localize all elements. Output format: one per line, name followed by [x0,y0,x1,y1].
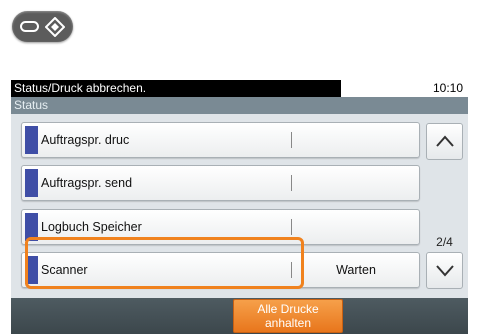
selection-highlight [25,237,304,289]
row-value: Warten [336,263,376,277]
screen-title: Status/Druck abbrechen. [11,80,341,97]
row-accent [25,169,38,197]
row-separator [291,219,292,235]
title-bar: Status/Druck abbrechen. 10:10 [11,80,468,97]
row-label: Auftragspr. send [41,176,133,190]
clock: 10:10 [344,80,468,97]
pause-all-prints-button[interactable]: Alle Drucke anhalten [233,299,343,333]
row-value [293,166,419,200]
status-row-send-jobs[interactable]: Auftragspr. send [21,165,420,201]
row-accent [25,126,38,154]
bottom-bar: Alle Drucke anhalten [11,298,468,334]
row-separator [291,132,292,148]
status-hardware-key[interactable] [12,11,73,42]
chevron-down-icon [436,265,454,277]
scroll-down-button[interactable] [426,252,463,289]
status-label: Status [11,97,468,114]
status-row-print-jobs[interactable]: Auftragspr. druc [21,122,420,158]
row-value [293,210,419,244]
scroll-up-button[interactable] [426,123,463,160]
row-label: Auftragspr. druc [41,133,130,147]
page-indicator: 2/4 [436,235,453,249]
row-value [293,123,419,157]
oval-icon [20,21,39,32]
row-separator [291,175,292,191]
button-label-line-1: Alle Drucke [257,302,319,316]
button-label-line-2: anhalten [264,316,312,330]
touch-panel: Status/Druck abbrechen. 10:10 Status Auf… [11,80,468,334]
chevron-up-icon [436,135,454,147]
diamond-icon [45,17,65,37]
